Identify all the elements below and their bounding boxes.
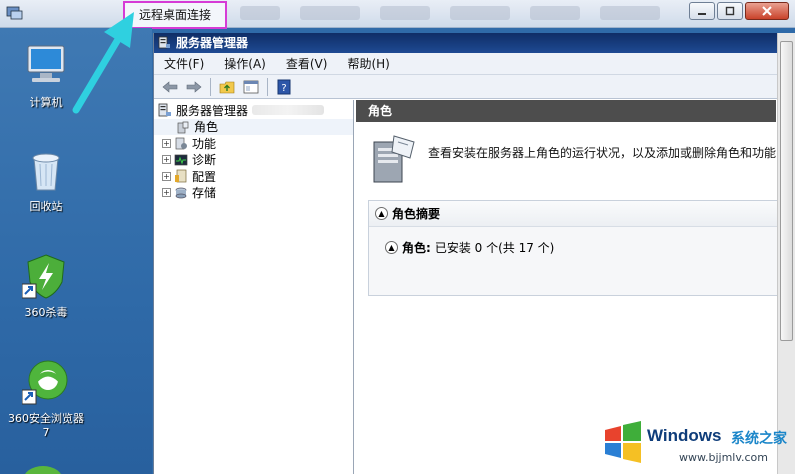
collapse-icon[interactable]: ▲	[385, 241, 398, 254]
tree-root[interactable]: 服务器管理器	[154, 102, 353, 119]
close-button[interactable]	[745, 2, 789, 20]
desktop-icon-label: 回收站	[29, 200, 63, 213]
toolbar-separator	[267, 77, 268, 96]
window-controls	[689, 2, 789, 20]
roles-count-row: ▲ 角色: 已安装 0 个(共 17 个)	[385, 239, 554, 256]
menu-file[interactable]: 文件(F)	[164, 55, 204, 72]
annotation-arrow-icon	[72, 12, 134, 114]
blurred-tab	[450, 6, 510, 20]
tree-item-storage[interactable]: + 存储	[154, 185, 353, 202]
menu-bar: 文件(F) 操作(A) 查看(V) 帮助(H)	[154, 53, 777, 75]
tree-item-label: 存储	[192, 186, 217, 201]
close-icon	[762, 6, 772, 16]
minimize-icon	[698, 13, 706, 15]
watermark-brand: Windows	[647, 426, 722, 445]
desktop-icon-label: 360杀毒	[24, 306, 68, 319]
desktop-icon-label: 计算机	[29, 96, 63, 109]
diagnostics-icon	[174, 154, 188, 166]
desktop-icon-recycle-bin[interactable]: 回收站	[8, 146, 84, 214]
scrollbar-thumb[interactable]	[780, 41, 793, 341]
server-manager-titlebar: 服务器管理器	[154, 33, 777, 53]
blurred-tab	[380, 6, 430, 20]
help-button[interactable]: ?	[274, 78, 294, 96]
pane-header: 角色	[356, 100, 776, 122]
console-tree-icon	[243, 80, 259, 93]
expand-icon[interactable]: +	[162, 138, 171, 148]
toolbar-separator	[210, 77, 211, 96]
partial-desktop-icon	[24, 466, 62, 474]
windows-logo-icon	[605, 421, 641, 463]
show-hide-pane-button[interactable]	[241, 78, 261, 96]
watermark-url: www.bjjmlv.com	[679, 451, 768, 464]
toolbar: ?	[154, 75, 777, 99]
watermark-site-name: 系统之家	[731, 431, 787, 447]
tree-item-roles[interactable]: 角色	[154, 118, 353, 135]
back-button[interactable]	[160, 78, 180, 96]
vertical-scrollbar[interactable]	[777, 33, 795, 474]
help-icon: ?	[277, 79, 291, 94]
forward-arrow-icon	[186, 80, 202, 93]
blurred-tab	[600, 6, 660, 20]
desktop-icon-360-antivirus[interactable]: 360杀毒	[8, 252, 84, 320]
tree-item-configuration[interactable]: + 配置	[154, 168, 353, 185]
blurred-tab	[240, 6, 280, 20]
console-tree: 服务器管理器 角色 + 功能 + 诊断 + 配置 + 存储	[154, 100, 354, 474]
storage-icon	[175, 187, 187, 199]
roles-count-value: 已安装 0 个(共 17 个)	[434, 241, 555, 255]
blurred-tab	[300, 6, 360, 20]
shield-icon	[21, 254, 65, 299]
server-roles-icon	[373, 135, 415, 183]
tree-item-label: 角色	[194, 120, 219, 135]
minimize-button[interactable]	[689, 2, 715, 20]
up-folder-button[interactable]	[217, 78, 237, 96]
blurred-tab	[530, 6, 580, 20]
server-manager-icon	[158, 36, 170, 49]
features-icon	[175, 137, 187, 150]
restore-button[interactable]	[717, 2, 743, 20]
collapse-icon[interactable]: ▲	[375, 207, 388, 220]
tree-item-diagnostics[interactable]: + 诊断	[154, 152, 353, 169]
tree-item-features[interactable]: + 功能	[154, 135, 353, 152]
desktop-icon-label: 360安全浏览器7	[8, 412, 84, 439]
server-manager-icon	[158, 103, 171, 117]
svg-text:?: ?	[281, 83, 286, 94]
tree-item-label: 配置	[192, 169, 217, 184]
folder-up-icon	[219, 81, 235, 93]
tree-item-label: 诊断	[192, 153, 217, 168]
section-header[interactable]: ▲ 角色摘要	[369, 201, 777, 227]
expand-icon[interactable]: +	[162, 171, 171, 181]
expand-icon[interactable]: +	[162, 155, 171, 165]
recycle-bin-icon	[32, 153, 60, 191]
tree-root-label: 服务器管理器	[176, 103, 249, 118]
rdp-logo-icon	[6, 6, 23, 20]
desktop-icon-360-browser[interactable]: 360安全浏览器7	[8, 358, 84, 439]
menu-action[interactable]: 操作(A)	[224, 55, 266, 72]
section-title: 角色摘要	[392, 207, 441, 221]
menu-view[interactable]: 查看(V)	[286, 55, 328, 72]
tree-item-label: 功能	[192, 136, 217, 151]
blurred-server-name	[252, 105, 325, 116]
menu-help[interactable]: 帮助(H)	[347, 55, 389, 72]
browser-icon	[21, 360, 68, 405]
back-arrow-icon	[162, 80, 178, 93]
pane-description-text: 查看安装在服务器上角色的运行状况，以及添加或删除角色和功能	[428, 146, 777, 160]
forward-button[interactable]	[184, 78, 204, 96]
roles-icon	[177, 121, 189, 134]
server-manager-window: 服务器管理器 文件(F) 操作(A) 查看(V) 帮助(H) ? 服务器管理器 …	[153, 33, 778, 474]
restore-icon	[725, 6, 735, 16]
server-manager-title: 服务器管理器	[176, 36, 249, 50]
computer-icon	[27, 45, 65, 82]
roles-summary-section: ▲ 角色摘要 ▲ 角色: 已安装 0 个(共 17 个)	[368, 200, 778, 296]
pane-description: 查看安装在服务器上角色的运行状况，以及添加或删除角色和功能	[370, 132, 776, 192]
watermark: Windows 系统之家 www.bjjmlv.com	[599, 418, 789, 470]
configuration-icon	[175, 169, 187, 183]
roles-label: 角色:	[402, 241, 431, 255]
expand-icon[interactable]: +	[162, 188, 171, 198]
